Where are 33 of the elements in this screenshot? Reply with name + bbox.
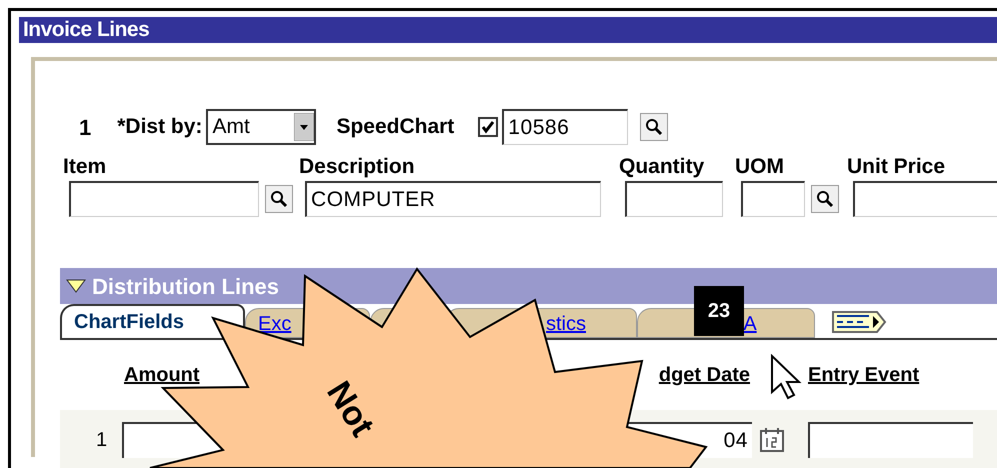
dist-by-dropdown[interactable]: Amt: [206, 109, 316, 145]
input-field[interactable]: [69, 181, 259, 217]
calendar-icon[interactable]: [758, 426, 786, 454]
lookup-button[interactable]: [265, 185, 293, 213]
lookup-button[interactable]: [640, 113, 668, 141]
entry-event-field[interactable]: [808, 422, 973, 458]
speedchart-label: SpeedChart: [336, 114, 454, 140]
more-tabs-icon[interactable]: [831, 310, 887, 334]
dist-by-label: *Dist by:: [117, 114, 202, 140]
tab[interactable]: ChartFields: [60, 304, 245, 338]
input-field[interactable]: [853, 181, 997, 217]
search-icon: [645, 118, 664, 136]
input-field[interactable]: [741, 181, 805, 217]
speedchart-field[interactable]: 10586: [502, 109, 628, 145]
column-header[interactable]: Entry Event: [808, 360, 968, 390]
section-title: Distribution Lines: [92, 272, 279, 300]
line-number: 1: [79, 114, 92, 142]
field-label: Quantity: [619, 154, 704, 180]
search-icon: [270, 190, 288, 208]
collapse-triangle-icon[interactable]: [66, 279, 86, 293]
field-label: Unit Price: [847, 154, 946, 180]
field-label: Description: [299, 154, 415, 180]
input-field[interactable]: COMPUTER: [305, 181, 601, 217]
caret-icon: [294, 113, 314, 141]
field-label: UOM: [735, 154, 784, 180]
lookup-button[interactable]: [811, 185, 839, 213]
window-title: Invoice Lines: [19, 17, 997, 43]
row-number: 1: [96, 428, 108, 453]
field-label: Item: [63, 154, 106, 180]
search-icon: [816, 190, 834, 208]
input-field[interactable]: [625, 181, 723, 217]
speedchart-checkbox[interactable]: [478, 117, 498, 137]
step-badge: 23: [694, 286, 744, 336]
